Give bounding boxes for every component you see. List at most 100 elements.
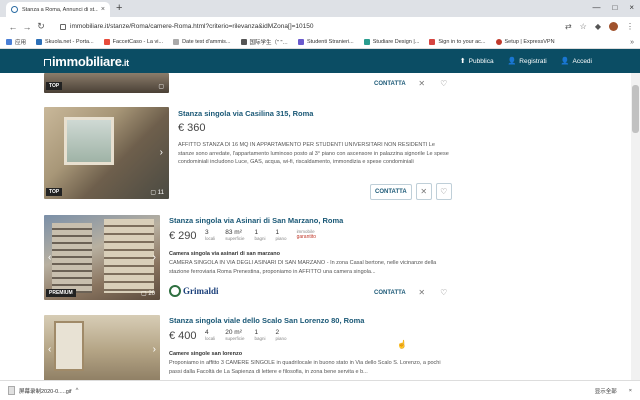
page-scrollbar[interactable] <box>631 73 640 380</box>
scrollbar-thumb[interactable] <box>632 85 639 133</box>
listing-title[interactable]: Stanza singola via Asinari di San Marzan… <box>169 216 343 225</box>
listing-badge: PREMIUM <box>46 289 76 297</box>
listing-photo[interactable]: ‹ › PREMIUM ▢ 20 <box>44 215 160 300</box>
listing-badge: TOP <box>46 82 63 90</box>
building-image <box>52 223 92 293</box>
bookmark-favicon-icon <box>495 39 502 45</box>
hide-x-icon[interactable]: ✕ <box>415 183 432 200</box>
listing-subtitle: Camera singola via asinari di san marzan… <box>169 251 280 257</box>
agency-emblem-icon <box>169 285 181 297</box>
bookmark-item[interactable]: Studiare Design |... <box>363 39 419 45</box>
star-icon[interactable]: ☆ <box>580 22 587 31</box>
listing-title[interactable]: Stanza singola viale dello Scalo San Lor… <box>169 316 364 325</box>
browser-tab[interactable]: Stanza a Roma, Annunci di st... × <box>6 2 110 17</box>
feature-floor: 2 piano <box>275 329 287 341</box>
site-logo[interactable]: immobiliare.it <box>44 54 129 69</box>
user-icon: 👤 <box>560 58 570 65</box>
photo-count: ▢ 20 <box>140 291 155 297</box>
prev-photo-arrow-icon[interactable]: ‹ <box>48 344 51 355</box>
new-tab-button[interactable]: + <box>116 2 122 14</box>
feature-area: 83 m² superficie <box>225 229 245 241</box>
download-file-name[interactable]: 屏幕录制2020-0.....gif <box>19 387 72 395</box>
bookmark-item[interactable]: 国际学生（" "… <box>240 38 288 46</box>
door-image <box>54 321 84 371</box>
back-arrow-icon[interactable]: ← <box>6 22 20 32</box>
next-photo-arrow-icon[interactable]: › <box>153 344 156 355</box>
heart-icon[interactable]: ♡ <box>438 79 450 88</box>
listing-title[interactable]: Stanza singola via Casilina 315, Roma <box>178 109 313 118</box>
listing-features: 3 locali 83 m² superficie 1 bagni 1 piano im… <box>205 229 316 241</box>
listing-actions: CONTATTA ✕ ♡ <box>374 79 450 88</box>
forward-arrow-icon[interactable]: → <box>20 22 34 32</box>
bookmark-favicon-icon <box>240 39 247 45</box>
listing-price: € 400 <box>169 330 197 342</box>
heart-icon[interactable]: ♡ <box>438 288 450 297</box>
bookmark-item[interactable]: Setup | ExpressVPN <box>495 39 555 45</box>
hide-x-icon[interactable]: ✕ <box>416 288 428 297</box>
next-photo-arrow-icon[interactable]: › <box>153 252 156 263</box>
agency-logo[interactable]: Grimaldi <box>169 285 219 297</box>
listing-actions: CONTATTA ✕ ♡ <box>374 288 450 297</box>
close-window-button[interactable]: × <box>629 3 634 12</box>
maximize-button[interactable]: □ <box>612 3 617 12</box>
window-controls: — □ × <box>592 3 634 12</box>
bookmark-item[interactable]: FaccetCaso - La vi... <box>103 39 163 45</box>
camera-icon: ▢ <box>158 84 164 90</box>
building-image <box>104 219 154 293</box>
bookmark-item[interactable]: Skuola.net - Porta... <box>36 39 94 45</box>
feature-baths: 1 bagni <box>254 329 266 341</box>
bookmark-item[interactable]: Date test d'ammis... <box>173 39 231 45</box>
listing-photo[interactable]: ‹ › <box>44 315 160 380</box>
reload-icon[interactable]: ↻ <box>34 21 48 32</box>
more-bookmarks-button[interactable]: » <box>630 39 634 46</box>
feature-area: 20 m² superficie <box>225 329 245 341</box>
bookmark-apps[interactable]: 应用 <box>6 38 26 46</box>
close-download-bar-icon[interactable]: × <box>629 388 632 394</box>
listing-badge: TOP <box>46 188 63 196</box>
bookmark-favicon-icon <box>429 39 436 45</box>
listing-price: € 290 <box>169 230 197 242</box>
pin-icon: ⬆ <box>459 58 466 65</box>
next-photo-arrow-icon[interactable]: › <box>160 147 163 158</box>
address-bar[interactable]: immobiliare.it/stanze/Roma/camere-Roma.h… <box>56 20 557 33</box>
bookmark-favicon-icon <box>297 39 304 45</box>
bookmark-item[interactable]: Sign in to your ac... <box>429 39 486 45</box>
hand-cursor-icon: ☝ <box>397 340 407 349</box>
translate-icon[interactable]: ⇄ <box>565 22 572 31</box>
listing-subtitle: Camere singole san lorenzo <box>169 351 243 357</box>
bookmark-item[interactable]: Studenti Stranieri... <box>297 39 354 45</box>
minimize-button[interactable]: — <box>592 3 600 12</box>
house-icon <box>44 58 51 66</box>
file-icon <box>8 386 15 395</box>
heart-icon[interactable]: ♡ <box>435 183 452 200</box>
contact-button[interactable]: CONTATTA <box>374 290 406 296</box>
contact-button[interactable]: CONTATTA <box>374 81 406 87</box>
contact-button[interactable]: CONTATTA <box>370 183 412 200</box>
register-link[interactable]: 👤 Registrati <box>507 57 547 66</box>
extension-icon[interactable]: ◆ <box>595 22 601 31</box>
chevron-up-icon[interactable]: ^ <box>76 388 79 394</box>
listing-actions: CONTATTA ✕ ♡ <box>370 183 452 200</box>
tab-close-icon[interactable]: × <box>101 6 105 13</box>
apps-grid-icon <box>6 39 12 45</box>
listing-photo[interactable]: › TOP ▢ 11 <box>44 107 169 199</box>
feature-floor: 1 piano <box>275 229 287 241</box>
browser-toolbar: ← → ↻ immobiliare.it/stanze/Roma/camere-… <box>0 17 640 36</box>
listing-description: CAMERA SINGOLA IN VIA DEGLI ASINARI DI S… <box>169 260 437 275</box>
listing-description: AFFITTO STANZA DI 16 MQ IN APPARTAMENTO … <box>178 142 449 165</box>
prev-photo-arrow-icon[interactable]: ‹ <box>48 252 51 263</box>
listing-card: ‹ › PREMIUM ▢ 20 Stanza singola via Asin… <box>44 215 459 300</box>
listing-photo[interactable]: TOP ▢ <box>44 73 169 93</box>
listing-card: › TOP ▢ 11 Stanza singola via Casilina 3… <box>44 107 459 202</box>
profile-avatar[interactable] <box>609 22 618 31</box>
listing-description: Proponiamo in affitto 3 CAMERE SINGOLE i… <box>169 360 441 375</box>
publish-link[interactable]: ⬆ Pubblica <box>459 57 494 66</box>
menu-dots-icon[interactable]: ⋮ <box>626 22 634 31</box>
hide-x-icon[interactable]: ✕ <box>416 79 428 88</box>
bookmark-favicon-icon <box>36 39 43 45</box>
user-plus-icon: 👤 <box>507 58 517 65</box>
show-all-downloads-link[interactable]: 显示全部 <box>595 387 617 395</box>
window-image <box>64 117 114 165</box>
login-link[interactable]: 👤 Accedi <box>560 57 592 66</box>
bookmark-favicon-icon <box>103 39 110 45</box>
